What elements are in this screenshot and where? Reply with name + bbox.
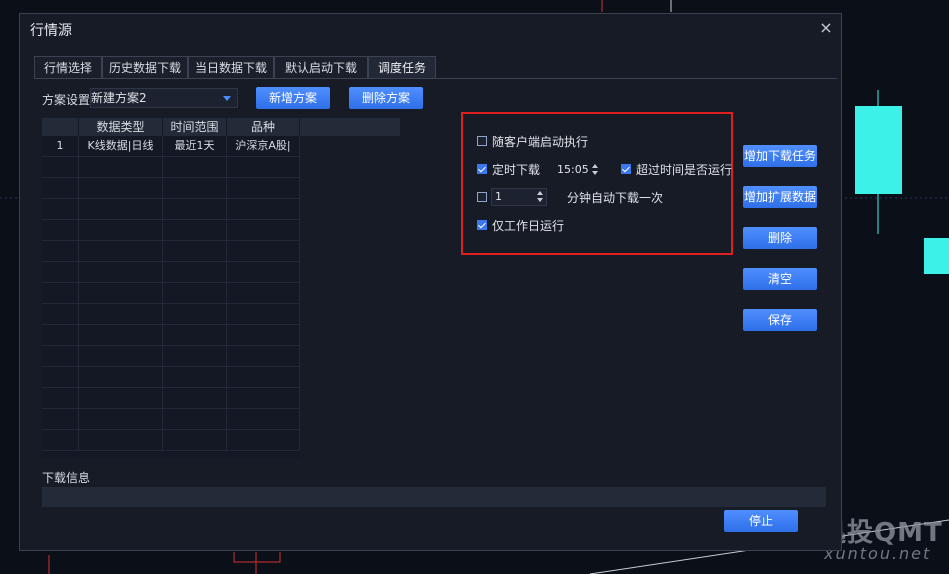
column-header-symbol[interactable]: 品种 bbox=[227, 118, 300, 136]
table-row-empty bbox=[42, 346, 300, 367]
interval-suffix-label: 分钟自动下载一次 bbox=[567, 191, 664, 205]
title-bar: 行情源 × bbox=[20, 14, 841, 44]
tab-today-download[interactable]: 当日数据下载 bbox=[188, 56, 274, 78]
run-with-client-checkbox[interactable] bbox=[477, 136, 487, 146]
table-row-empty bbox=[42, 304, 300, 325]
table-row-empty bbox=[42, 178, 300, 199]
add-extended-data-button[interactable]: 增加扩展数据 bbox=[743, 186, 817, 208]
tab-divider bbox=[34, 78, 837, 79]
table-row-empty bbox=[42, 199, 300, 220]
run-if-overdue-label: 超过时间是否运行 bbox=[636, 163, 733, 177]
interval-download-checkbox[interactable] bbox=[477, 192, 487, 202]
table-row-empty bbox=[42, 325, 300, 346]
table-header: 数据类型 时间范围 品种 bbox=[42, 118, 400, 136]
interval-spinner-icon[interactable] bbox=[537, 191, 543, 203]
cell-index: 1 bbox=[42, 136, 79, 156]
close-icon[interactable]: × bbox=[817, 19, 835, 37]
add-download-task-button[interactable]: 增加下载任务 bbox=[743, 145, 817, 167]
schedule-options-highlight: 随客户端启动执行 定时下载 15:05 超过时间是否运行 1 分钟自动下载一次 … bbox=[461, 112, 733, 255]
dialog-title: 行情源 bbox=[30, 23, 72, 39]
table-row-empty bbox=[42, 430, 300, 451]
tab-default-startup-download[interactable]: 默认启动下载 bbox=[274, 56, 368, 78]
tab-schedule-task[interactable]: 调度任务 bbox=[368, 56, 436, 78]
download-info-progress bbox=[42, 487, 826, 507]
delete-scheme-button[interactable]: 删除方案 bbox=[349, 87, 423, 109]
candle-2 bbox=[924, 238, 949, 274]
delete-task-button[interactable]: 删除 bbox=[743, 227, 817, 249]
table-body: 1 K线数据|日线 最近1天 沪深京A股| bbox=[42, 136, 300, 458]
time-spinner-icon[interactable] bbox=[592, 164, 598, 176]
candle-1 bbox=[855, 106, 902, 194]
scheme-selected-value: 新建方案2 bbox=[91, 91, 147, 105]
table-row-empty bbox=[42, 367, 300, 388]
column-header-index bbox=[42, 118, 79, 136]
cell-data-type: K线数据|日线 bbox=[79, 136, 163, 156]
table-row-empty bbox=[42, 283, 300, 304]
table-row-empty bbox=[42, 388, 300, 409]
table-row-empty bbox=[42, 220, 300, 241]
table-row-empty bbox=[42, 262, 300, 283]
cell-time-range: 最近1天 bbox=[163, 136, 227, 156]
clear-tasks-button[interactable]: 清空 bbox=[743, 268, 817, 290]
table-row[interactable]: 1 K线数据|日线 最近1天 沪深京A股| bbox=[42, 136, 300, 157]
chevron-down-icon bbox=[223, 96, 231, 101]
add-scheme-button[interactable]: 新增方案 bbox=[256, 87, 330, 109]
table-row-empty bbox=[42, 409, 300, 430]
download-time-field[interactable]: 15:05 bbox=[557, 163, 589, 176]
download-info-label: 下载信息 bbox=[42, 471, 91, 485]
scheme-label: 方案设置 bbox=[42, 93, 91, 107]
run-with-client-label: 随客户端启动执行 bbox=[492, 135, 589, 149]
cell-symbol: 沪深京A股| bbox=[227, 136, 300, 156]
column-header-data-type[interactable]: 数据类型 bbox=[79, 118, 163, 136]
weekdays-only-checkbox[interactable] bbox=[477, 220, 487, 230]
timed-download-label: 定时下载 bbox=[492, 163, 541, 177]
scheme-dropdown[interactable]: 新建方案2 bbox=[90, 88, 238, 108]
table-row-empty bbox=[42, 157, 300, 178]
stop-button[interactable]: 停止 bbox=[724, 510, 798, 532]
task-table: 数据类型 时间范围 品种 1 K线数据|日线 最近1天 沪深京A股| bbox=[42, 118, 400, 458]
table-row-empty bbox=[42, 241, 300, 262]
tab-history-download[interactable]: 历史数据下载 bbox=[102, 56, 188, 78]
column-header-time-range[interactable]: 时间范围 bbox=[163, 118, 227, 136]
tab-market-select[interactable]: 行情选择 bbox=[34, 56, 102, 78]
save-button[interactable]: 保存 bbox=[743, 309, 817, 331]
timed-download-checkbox[interactable] bbox=[477, 164, 487, 174]
weekdays-only-label: 仅工作日运行 bbox=[492, 219, 565, 233]
run-if-overdue-checkbox[interactable] bbox=[621, 164, 631, 174]
market-source-dialog: 行情源 × 行情选择 历史数据下载 当日数据下载 默认启动下载 调度任务 方案设… bbox=[19, 13, 842, 551]
